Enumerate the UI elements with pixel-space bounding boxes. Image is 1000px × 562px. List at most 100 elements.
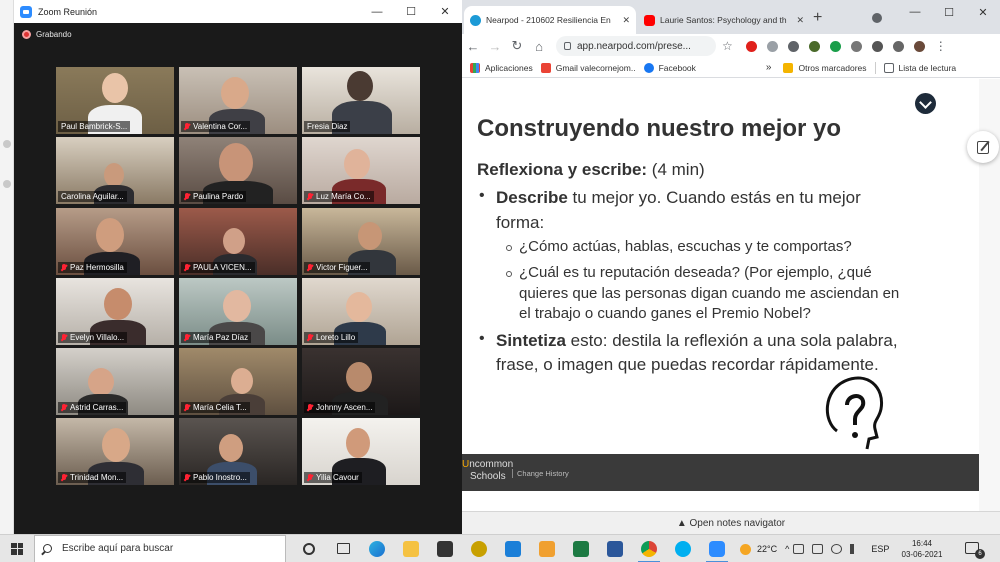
extension-icon[interactable] — [829, 40, 841, 52]
participant-tile[interactable]: Johnny Ascen... — [302, 348, 420, 415]
participant-tile[interactable]: Paulina Pardo — [179, 137, 297, 204]
participant-tile[interactable]: María Paz Díaz — [179, 278, 297, 345]
close-tab-icon[interactable]: ✕ — [796, 15, 804, 26]
system-clock[interactable]: 16:44 03-06-2021 — [898, 538, 946, 560]
participant-name: Luz María Co... — [304, 191, 374, 202]
close-button[interactable]: ✕ — [428, 0, 462, 23]
participant-tile[interactable]: María Celia T... — [179, 348, 297, 415]
reload-icon[interactable]: ↻ — [506, 38, 528, 54]
search-icon — [43, 544, 52, 553]
notes-edit-button[interactable] — [967, 131, 999, 163]
app-icon[interactable] — [496, 535, 530, 562]
recording-icon — [22, 30, 31, 39]
participant-tile[interactable]: Paul Bambrick-S... — [56, 67, 174, 134]
participant-tile[interactable]: PAULA VICEN... — [179, 208, 297, 275]
participant-tile[interactable]: Carolina Aguilar... — [56, 137, 174, 204]
bookmark-facebook[interactable]: Facebook — [643, 62, 696, 73]
forward-icon[interactable]: → — [484, 39, 506, 54]
participant-name: Paz Hermosilla — [58, 262, 127, 273]
open-notes-navigator[interactable]: ▲ Open notes navigator — [462, 511, 1000, 534]
participant-tile[interactable]: Valentina Cor... — [179, 67, 297, 134]
back-icon[interactable]: ← — [462, 39, 484, 54]
clock-date: 03-06-2021 — [901, 550, 943, 559]
close-button[interactable]: ✕ — [966, 0, 1000, 24]
tray-chevron-up-icon[interactable]: ^ — [785, 544, 789, 554]
task-view-button[interactable] — [326, 535, 360, 562]
minimize-button[interactable]: — — [898, 0, 932, 24]
muted-mic-icon — [61, 403, 67, 412]
excel-icon[interactable] — [564, 535, 598, 562]
participant-tile[interactable]: Victor Figuer... — [302, 208, 420, 275]
battery-icon[interactable] — [812, 544, 824, 554]
extension-icon[interactable] — [808, 40, 820, 52]
participant-tile[interactable]: Loreto Lillo — [302, 278, 420, 345]
puzzle-extensions-icon[interactable] — [892, 40, 904, 52]
sub-bullet-1: ¿Cómo actúas, hablas, escuchas y te comp… — [519, 238, 852, 255]
tab-strip: Nearpod - 210602 Resiliencia En ✕ Laurie… — [462, 0, 1000, 34]
participant-tile[interactable]: Trinidad Mon... — [56, 418, 174, 485]
apps-grid-icon — [470, 62, 480, 73]
wifi-icon[interactable] — [831, 544, 843, 554]
file-explorer-icon[interactable] — [394, 535, 428, 562]
zoom-titlebar[interactable]: Zoom Reunión — ☐ ✕ — [14, 0, 462, 23]
extension-icon[interactable] — [871, 40, 883, 52]
store-icon[interactable] — [428, 535, 462, 562]
cortana-button[interactable] — [292, 535, 326, 562]
extension-icon[interactable] — [766, 40, 778, 52]
address-bar[interactable]: app.nearpod.com/prese... — [556, 36, 716, 56]
outlook-icon[interactable] — [530, 535, 564, 562]
other-bookmarks[interactable]: Otros marcadores — [783, 62, 867, 73]
extension-icon[interactable] — [850, 40, 862, 52]
gmail-icon — [540, 62, 551, 73]
participant-tile[interactable]: Fresia Diaz — [302, 67, 420, 134]
tab-nearpod[interactable]: Nearpod - 210602 Resiliencia En ✕ — [464, 6, 636, 34]
word-icon[interactable] — [598, 535, 632, 562]
maximize-button[interactable]: ☐ — [932, 0, 966, 24]
edge-icon[interactable] — [360, 535, 394, 562]
maximize-button[interactable]: ☐ — [394, 0, 428, 23]
weather-sun-icon[interactable] — [740, 543, 751, 555]
participant-name: Fresia Diaz — [304, 121, 351, 132]
reading-list[interactable]: Lista de lectura — [883, 62, 956, 73]
zoom-icon[interactable] — [700, 535, 734, 562]
opera-extension-icon[interactable] — [745, 40, 757, 52]
recording-indicator[interactable]: Grabando — [22, 30, 72, 39]
taskbar-search[interactable]: Escribe aquí para buscar — [34, 534, 286, 562]
language-indicator[interactable]: ESP — [871, 544, 889, 554]
bullet-synthesize: Sintetiza esto: destila la reflexión a u… — [496, 331, 898, 350]
media-control-icon[interactable] — [872, 13, 882, 23]
menu-kebab-icon[interactable]: ⋮ — [935, 40, 947, 52]
chevron-down-icon[interactable] — [915, 93, 936, 114]
lock-icon — [564, 42, 571, 50]
edit-note-icon — [977, 140, 989, 154]
start-button[interactable] — [0, 535, 34, 562]
participant-tile[interactable]: Yilia Cavour — [302, 418, 420, 485]
pinned-apps — [292, 535, 734, 562]
bookmark-gmail[interactable]: Gmail valecornejom.. — [540, 62, 636, 73]
muted-mic-icon — [307, 333, 313, 342]
slide-footer: Uncommon Schools Change History — [462, 454, 979, 491]
bookmark-star-icon[interactable]: ☆ — [722, 39, 733, 53]
bullet-describe-cont: forma: — [496, 213, 545, 232]
participant-tile[interactable]: Evelyn Villalo... — [56, 278, 174, 345]
chrome-icon[interactable] — [632, 535, 666, 562]
skype-icon[interactable] — [666, 535, 700, 562]
app-icon[interactable] — [462, 535, 496, 562]
participant-tile[interactable]: Astrid Carras... — [56, 348, 174, 415]
profile-avatar[interactable] — [913, 40, 925, 52]
participant-tile[interactable]: Luz María Co... — [302, 137, 420, 204]
participant-tile[interactable]: Pablo Inostro... — [179, 418, 297, 485]
tab-youtube[interactable]: Laurie Santos: Psychology and th ✕ — [638, 6, 810, 34]
network-icon[interactable] — [793, 544, 805, 554]
bookmark-apps[interactable]: Aplicaciones — [470, 62, 533, 73]
close-tab-icon[interactable]: ✕ — [622, 15, 630, 26]
participant-tile[interactable]: Paz Hermosilla — [56, 208, 174, 275]
new-tab-button[interactable]: + — [813, 9, 822, 27]
more-bookmarks-button[interactable]: » — [766, 62, 772, 73]
temperature[interactable]: 22°C — [757, 544, 777, 554]
minimize-button[interactable]: — — [360, 0, 394, 23]
extension-icon[interactable] — [787, 40, 799, 52]
slide-subtitle: Reflexiona y escribe: (4 min) — [477, 160, 705, 179]
volume-icon[interactable] — [850, 544, 861, 554]
home-icon[interactable]: ⌂ — [528, 39, 550, 54]
